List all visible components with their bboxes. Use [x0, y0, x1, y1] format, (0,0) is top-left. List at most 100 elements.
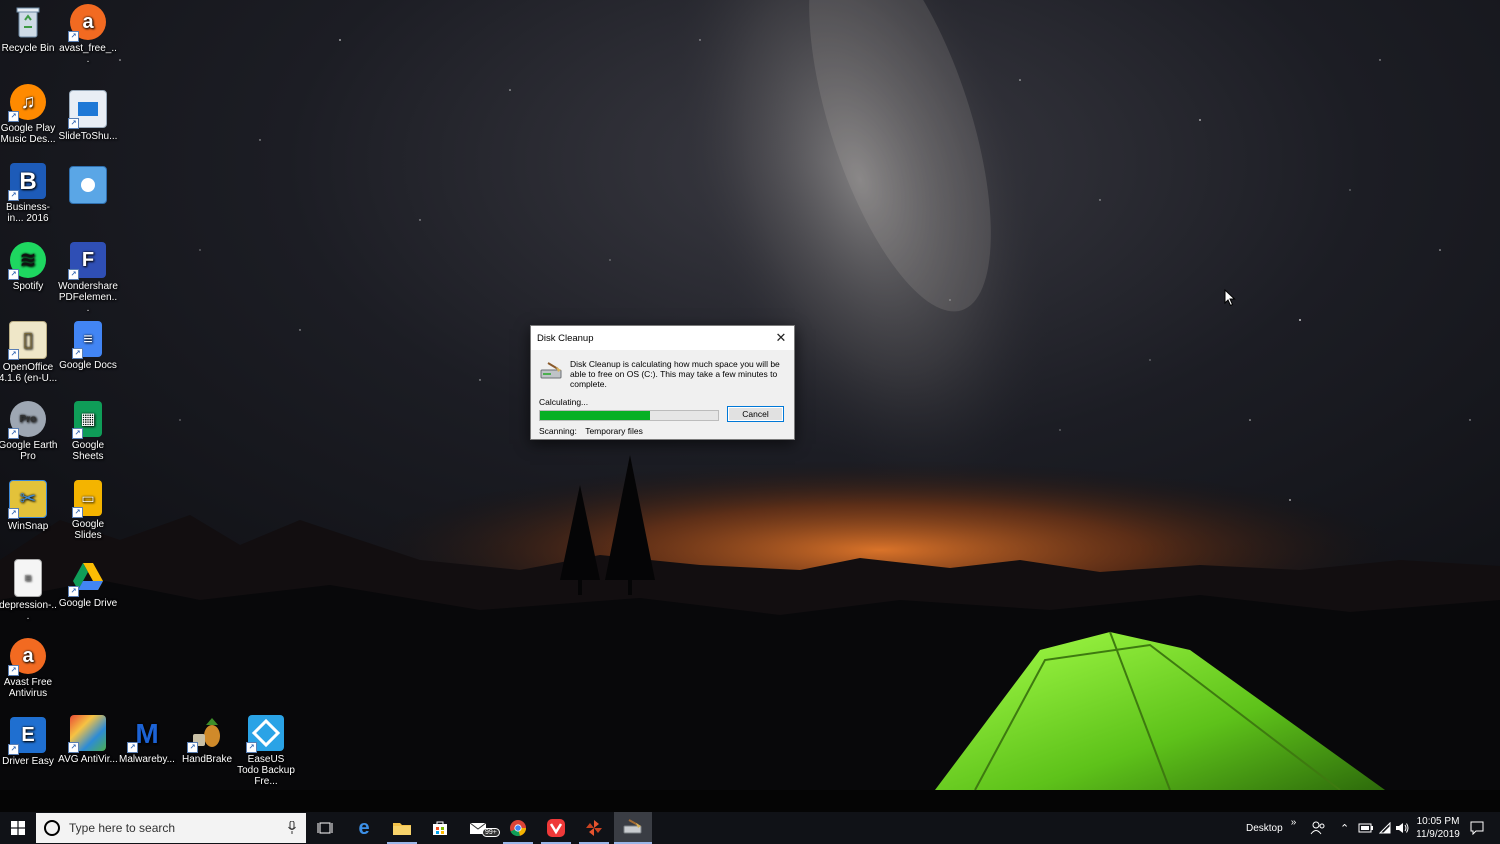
people-icon — [1310, 821, 1325, 835]
spotify-icon: ≋ ↗ — [8, 242, 46, 280]
mouse-cursor-icon — [1224, 288, 1236, 312]
toolbar-chevron-icon[interactable]: » — [1291, 817, 1297, 828]
taskbar-snagit[interactable] — [575, 812, 613, 844]
close-button[interactable]: ✕ — [768, 326, 794, 350]
status-text: Calculating... — [539, 397, 589, 407]
battery-status[interactable] — [1358, 812, 1374, 844]
driver-easy-icon: E ↗ — [8, 717, 46, 755]
desktop-icon-control-panel[interactable] — [58, 166, 118, 207]
clock[interactable]: 10:05 PM 11/9/2019 — [1412, 812, 1464, 844]
desktop-icon-avast-antivirus[interactable]: a ↗ Avast Free Antivirus — [0, 638, 58, 699]
icon-label: WinSnap — [7, 521, 49, 532]
windows-logo-icon — [11, 821, 25, 835]
task-view-icon — [317, 822, 333, 834]
icon-label: Google Play Music Des... — [0, 123, 56, 145]
handbrake-icon: ↗ — [187, 715, 225, 753]
edge-icon: e — [358, 816, 370, 839]
slidetoshutdown-icon: ↗ — [68, 90, 107, 129]
openoffice-icon: ▯ ↗ — [8, 321, 47, 360]
icon-label: Google Docs — [59, 360, 117, 371]
icon-label: Google Earth Pro — [0, 440, 58, 462]
taskbar-store[interactable] — [421, 812, 459, 844]
close-icon: ✕ — [775, 330, 787, 345]
notification-icon — [1470, 821, 1484, 835]
desktop-icon-depression-doc[interactable]: ≡ depression-... — [0, 559, 58, 622]
start-button[interactable] — [0, 812, 36, 844]
chrome-icon — [510, 820, 527, 837]
desktop-icon-easeus[interactable]: ↗ EaseUS Todo Backup Fre... — [236, 715, 296, 787]
taskbar-edge[interactable]: e — [345, 812, 383, 844]
desktop-icon-handbrake[interactable]: ↗ HandBrake — [177, 715, 237, 765]
taskbar-file-explorer[interactable] — [383, 812, 421, 844]
chevron-up-icon: ⌃ — [1340, 822, 1350, 835]
taskbar-disk-cleanup[interactable] — [614, 812, 652, 844]
folder-icon — [393, 823, 411, 835]
desktop-icon-avast-installer[interactable]: a ↗ avast_free_... — [58, 4, 118, 65]
desktop-icon-business-in[interactable]: B ↗ Business-in... 2016 — [0, 163, 58, 224]
icon-label: Avast Free Antivirus — [3, 677, 53, 699]
show-hidden-icons-button[interactable]: ⌃ — [1340, 812, 1349, 844]
desktop-icon-winsnap[interactable]: ✂ ↗ WinSnap — [0, 480, 58, 532]
desktop-icon-google-docs[interactable]: ≡ ↗ Google Docs — [58, 321, 118, 371]
desktop-icon-driver-easy[interactable]: E ↗ Driver Easy — [0, 717, 58, 767]
progress-fill — [540, 411, 651, 420]
disk-cleanup-icon — [540, 362, 564, 380]
desktop-icon-spotify[interactable]: ≋ ↗ Spotify — [0, 242, 58, 292]
desktop-icon-slidetoshutdown[interactable]: ↗ SlideToShu... — [58, 90, 118, 142]
desktop-icon-openoffice[interactable]: ▯ ↗ OpenOffice 4.1.6 (en-U... — [0, 321, 58, 384]
disk-cleanup-icon — [623, 819, 642, 834]
task-view-button[interactable] — [306, 812, 344, 844]
scanning-label: Scanning: — [539, 426, 577, 436]
icon-label: Google Sheets — [71, 440, 105, 462]
desktop-toolbar[interactable]: Desktop » — [1246, 812, 1296, 844]
microphone-icon[interactable] — [288, 821, 296, 835]
taskbar-search[interactable]: Type here to search — [36, 813, 306, 843]
network-status[interactable] — [1379, 812, 1391, 844]
google-docs-icon: ≡ ↗ — [72, 321, 102, 359]
icon-label: Business-in... 2016 — [6, 202, 50, 224]
icon-label: HandBrake — [181, 754, 233, 765]
icon-label: EaseUS Todo Backup Fre... — [237, 754, 295, 787]
business-in-icon: B ↗ — [8, 163, 46, 201]
desktop-icon-google-earth[interactable]: Pro ↗ Google Earth Pro — [0, 401, 58, 462]
desktop-icon-pdfelement[interactable]: F ↗ Wondershare PDFelemen... — [58, 242, 118, 314]
desktop-icon-google-sheets[interactable]: ▦ ↗ Google Sheets — [58, 401, 118, 462]
google-sheets-icon: ▦ ↗ — [72, 401, 102, 439]
app-pinwheel-icon — [586, 820, 602, 836]
progress-bar — [539, 410, 719, 421]
desktop-icon-google-drive[interactable]: ↗ Google Drive — [58, 559, 118, 609]
people-button[interactable] — [1310, 812, 1326, 844]
store-icon — [433, 821, 447, 835]
taskbar-mail[interactable]: 99+ — [460, 812, 500, 844]
desktop-icon-google-play-music[interactable]: ♫ ↗ Google Play Music Des... — [0, 84, 58, 145]
icon-label: SlideToShu... — [58, 131, 118, 142]
clock-time: 10:05 PM — [1416, 816, 1460, 827]
search-placeholder: Type here to search — [69, 821, 176, 835]
dialog-title: Disk Cleanup — [537, 332, 594, 344]
control-panel-icon — [69, 166, 107, 204]
battery-icon — [1358, 823, 1373, 833]
desktop-icon-recycle-bin[interactable]: Recycle Bin — [0, 4, 58, 54]
dialog-titlebar[interactable]: Disk Cleanup ✕ — [531, 326, 794, 350]
malwarebytes-icon: M ↗ — [127, 715, 165, 753]
speaker-icon — [1396, 823, 1409, 833]
google-slides-icon: ▭ ↗ — [72, 480, 102, 518]
icon-label: Recycle Bin — [1, 43, 55, 54]
desktop-icon-avg[interactable]: ↗ AVG AntiVir... — [58, 715, 118, 765]
desktop-icon-google-slides[interactable]: ▭ ↗ Google Slides — [58, 480, 118, 541]
taskbar-chrome[interactable] — [499, 812, 537, 844]
icon-label: Google Slides — [71, 519, 105, 541]
icon-label: Driver Easy — [2, 756, 54, 767]
scanning-item: Temporary files — [585, 426, 643, 436]
cancel-button[interactable]: Cancel — [727, 406, 784, 422]
desktop-icon-malwarebytes[interactable]: M ↗ Malwareby... — [117, 715, 177, 765]
action-center-button[interactable] — [1470, 812, 1484, 844]
taskbar-vivaldi[interactable] — [537, 812, 575, 844]
avast-antivirus-icon: a ↗ — [8, 638, 46, 676]
icon-label: Spotify — [12, 281, 44, 292]
icon-label: AVG AntiVir... — [58, 754, 118, 765]
taskbar: Type here to search e 99+ Desktop » ⌃ 10… — [0, 812, 1500, 844]
winsnap-icon: ✂ ↗ — [8, 480, 47, 519]
volume-control[interactable] — [1395, 812, 1409, 844]
icon-label: Malwareby... — [119, 754, 175, 765]
